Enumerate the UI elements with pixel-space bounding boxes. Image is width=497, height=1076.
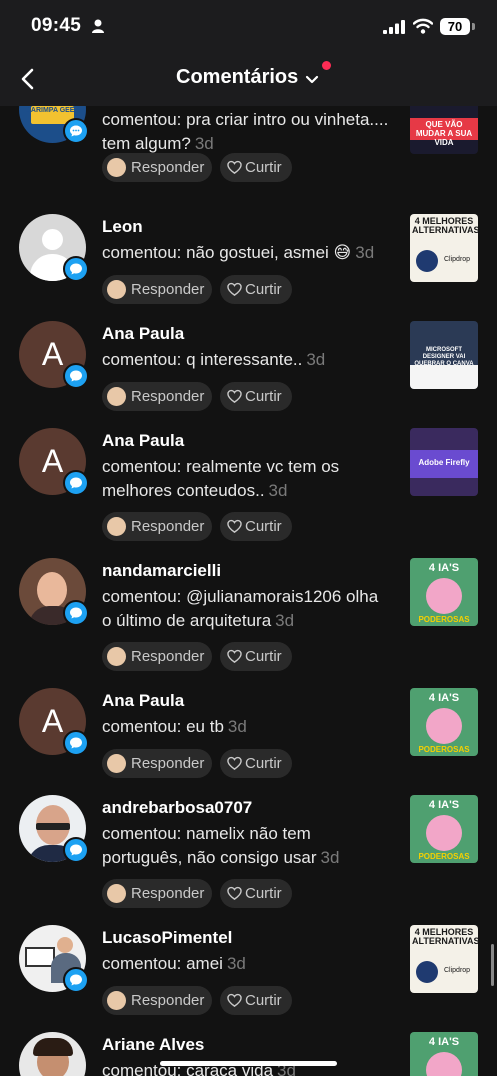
reply-button[interactable]: Responder bbox=[102, 275, 212, 304]
scrollbar-thumb[interactable] bbox=[491, 944, 494, 986]
comment-badge-icon bbox=[63, 256, 89, 282]
user-avatar-icon bbox=[107, 280, 126, 299]
comment-text: comentou: não gostuei, asmei 😅 3d bbox=[102, 243, 375, 262]
battery-indicator: 70 bbox=[440, 18, 470, 35]
like-button[interactable]: Curtir bbox=[220, 986, 292, 1015]
heart-icon bbox=[227, 160, 242, 174]
like-button[interactable]: Curtir bbox=[220, 512, 292, 541]
comment-badge-icon bbox=[63, 470, 89, 496]
status-time: 09:45 bbox=[31, 15, 82, 36]
heart-icon bbox=[227, 993, 242, 1007]
like-button[interactable]: Curtir bbox=[220, 749, 292, 778]
comment-username[interactable]: Ana Paula bbox=[102, 691, 184, 711]
like-button[interactable]: Curtir bbox=[220, 382, 292, 411]
reply-button[interactable]: Responder bbox=[102, 749, 212, 778]
avatar[interactable] bbox=[19, 1032, 86, 1076]
comment-text: comentou: realmente vc tem os melhores c… bbox=[102, 457, 340, 500]
comments-header: Comentários bbox=[0, 54, 497, 106]
like-button[interactable]: Curtir bbox=[220, 642, 292, 671]
comment-badge-icon bbox=[63, 363, 89, 389]
like-button[interactable]: Curtir bbox=[220, 879, 292, 908]
video-thumbnail[interactable]: 4 IA'S bbox=[410, 1032, 478, 1076]
comment-time: 3d bbox=[306, 350, 326, 369]
video-thumbnail[interactable]: 4 MELHORES ALTERNATIVAS Clipdrop bbox=[410, 214, 478, 282]
heart-icon bbox=[227, 389, 242, 403]
comment-time: 3d bbox=[194, 134, 214, 153]
video-thumbnail[interactable]: 4 MELHORES ALTERNATIVAS Clipdrop bbox=[410, 925, 478, 993]
reply-button[interactable]: Responder bbox=[102, 986, 212, 1015]
comment-text: comentou: amei 3d bbox=[102, 954, 246, 973]
chevron-down-icon[interactable] bbox=[305, 74, 319, 86]
comment-text: comentou: eu tb 3d bbox=[102, 717, 247, 736]
user-avatar-icon bbox=[107, 884, 126, 903]
comment-badge-icon bbox=[63, 600, 89, 626]
comment-badge-icon bbox=[63, 118, 89, 144]
heart-icon bbox=[227, 756, 242, 770]
comment-time: 3d bbox=[268, 481, 288, 500]
comment-text: comentou: pra criar intro ou vinheta....… bbox=[102, 110, 389, 153]
comment-badge-icon bbox=[63, 730, 89, 756]
comment-time: 3d bbox=[355, 243, 375, 262]
reply-button[interactable]: Responder bbox=[102, 153, 212, 182]
reply-button[interactable]: Responder bbox=[102, 512, 212, 541]
battery-cap bbox=[472, 23, 475, 30]
comment-username[interactable]: nandamarcielli bbox=[102, 561, 221, 581]
comment-text: comentou: namelix não tem português, não… bbox=[102, 824, 340, 867]
heart-icon bbox=[227, 886, 242, 900]
user-avatar-icon bbox=[107, 991, 126, 1010]
heart-icon bbox=[227, 282, 242, 296]
heart-icon bbox=[227, 519, 242, 533]
notification-dot bbox=[322, 61, 331, 70]
video-thumbnail[interactable]: 4 IA'S PODEROSAS bbox=[410, 795, 478, 863]
video-thumbnail[interactable]: MICROSOFT DESIGNER VAI QUEBRAR O CANVA bbox=[410, 321, 478, 389]
comment-username[interactable]: andrebarbosa0707 bbox=[102, 798, 252, 818]
comment-username[interactable]: Leon bbox=[102, 217, 143, 237]
video-thumbnail[interactable]: QUE VÃO MUDAR A SUA VIDA bbox=[410, 106, 478, 154]
user-avatar-icon bbox=[107, 754, 126, 773]
reply-button[interactable]: Responder bbox=[102, 879, 212, 908]
comments-list[interactable]: GARIMPA GEEK comentou: pra criar intro o… bbox=[0, 106, 497, 1076]
video-thumbnail[interactable]: Adobe Firefly bbox=[410, 428, 478, 496]
comment-username[interactable]: LucasoPimentel bbox=[102, 928, 232, 948]
comment-username[interactable]: Ana Paula bbox=[102, 324, 184, 344]
comment-time: 3d bbox=[275, 611, 295, 630]
comment-text: comentou: @julianamorais1206 olha o últi… bbox=[102, 587, 379, 630]
user-avatar-icon bbox=[107, 517, 126, 536]
comment-text: comentou: q interessante.. 3d bbox=[102, 350, 326, 369]
comment-time: 3d bbox=[226, 954, 246, 973]
comment-time: 3d bbox=[320, 848, 340, 867]
status-bar: 09:45 70 bbox=[0, 0, 497, 54]
like-button[interactable]: Curtir bbox=[220, 275, 292, 304]
reply-button[interactable]: Responder bbox=[102, 642, 212, 671]
comment-username[interactable]: Ariane Alves bbox=[102, 1035, 204, 1055]
video-thumbnail[interactable]: 4 IA'S PODEROSAS bbox=[410, 558, 478, 626]
person-icon bbox=[92, 19, 104, 33]
wifi-icon bbox=[413, 18, 433, 34]
like-button[interactable]: Curtir bbox=[220, 153, 292, 182]
comment-badge-icon bbox=[63, 837, 89, 863]
reply-button[interactable]: Responder bbox=[102, 382, 212, 411]
page-title[interactable]: Comentários bbox=[176, 66, 298, 89]
user-avatar-icon bbox=[107, 158, 126, 177]
user-avatar-icon bbox=[107, 387, 126, 406]
comment-username[interactable]: Ana Paula bbox=[102, 431, 184, 451]
comment-badge-icon bbox=[63, 967, 89, 993]
cellular-signal-icon bbox=[383, 20, 405, 34]
comment-time: 3d bbox=[227, 717, 247, 736]
back-button[interactable] bbox=[14, 64, 44, 94]
heart-icon bbox=[227, 649, 242, 663]
home-indicator[interactable] bbox=[160, 1061, 337, 1066]
user-avatar-icon bbox=[107, 647, 126, 666]
video-thumbnail[interactable]: 4 IA'S PODEROSAS bbox=[410, 688, 478, 756]
